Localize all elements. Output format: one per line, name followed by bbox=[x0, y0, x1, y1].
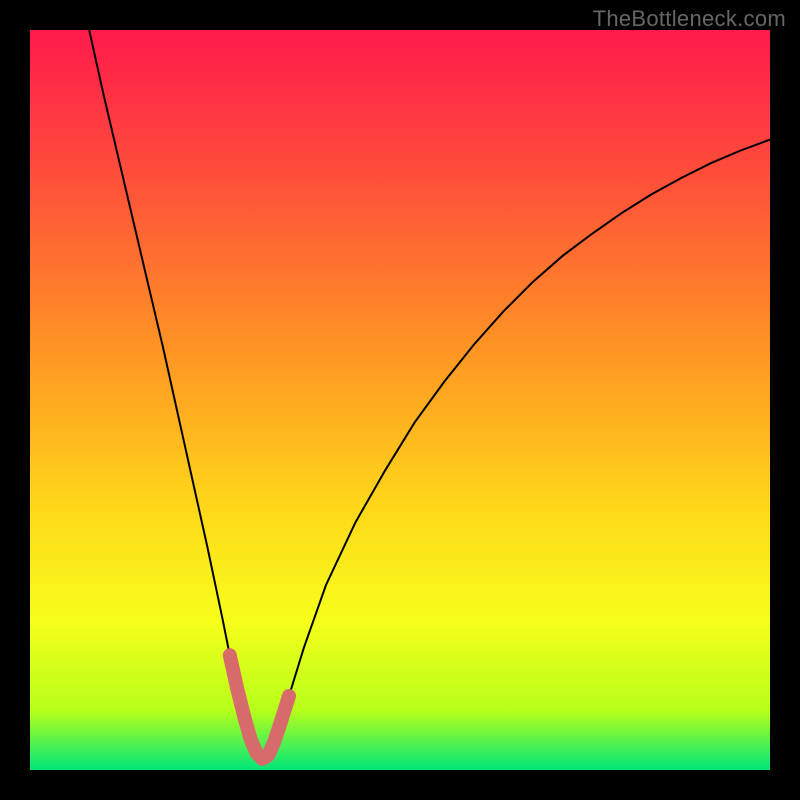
chart-area bbox=[30, 30, 770, 770]
gradient-background bbox=[30, 30, 770, 770]
watermark-text: TheBottleneck.com bbox=[593, 6, 786, 32]
bottleneck-chart bbox=[30, 30, 770, 770]
chart-root: TheBottleneck.com bbox=[0, 0, 800, 800]
